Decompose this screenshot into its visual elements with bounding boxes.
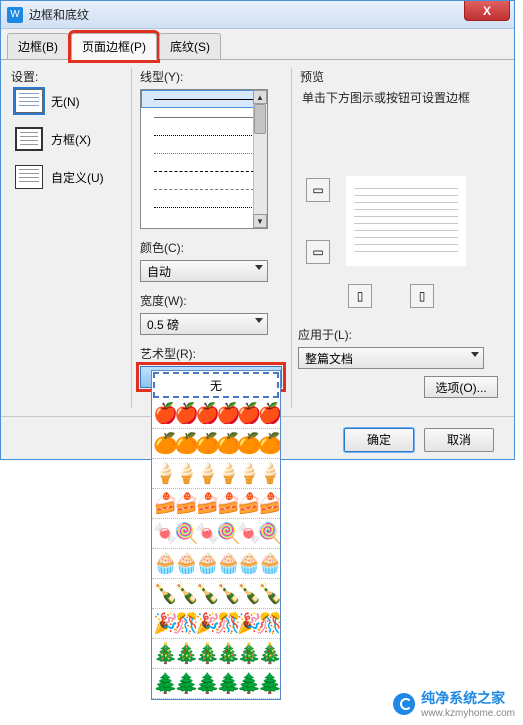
setting-none[interactable]: 无(N): [15, 89, 121, 113]
apply-to-value: 整篇文档: [305, 350, 353, 367]
chevron-down-icon: [471, 352, 479, 357]
chevron-down-icon: [255, 265, 263, 270]
preview-label: 预览: [300, 68, 504, 85]
color-value: 自动: [147, 263, 171, 280]
art-option-cake[interactable]: 🍰🍰🍰🍰🍰🍰: [152, 489, 280, 519]
art-option-party[interactable]: 🎉🎊🎉🎊🎉🎊: [152, 609, 280, 639]
apply-to-group: 应用于(L): 整篇文档: [298, 326, 488, 369]
setting-none-icon: [15, 89, 43, 113]
preview-bottom-button[interactable]: ▭: [306, 240, 330, 264]
linestyle-scrollbar[interactable]: ▲ ▼: [253, 90, 267, 228]
preview-left-button[interactable]: ▯: [348, 284, 372, 308]
preview-page: [346, 176, 466, 266]
border-left-icon: ▯: [357, 289, 364, 303]
watermark-title: 纯净系统之家: [421, 688, 515, 708]
border-bottom-icon: ▭: [312, 245, 323, 259]
art-label: 艺术型(R):: [140, 345, 281, 362]
preview-right-button[interactable]: ▯: [410, 284, 434, 308]
scroll-up-icon[interactable]: ▲: [253, 90, 267, 104]
art-option-apples[interactable]: 🍎🍎🍎🍎🍎🍎: [152, 399, 280, 429]
tab-strip: 边框(B) 页面边框(P) 底纹(S): [1, 29, 514, 60]
color-dropdown[interactable]: 自动: [140, 260, 268, 282]
art-option-pinetree[interactable]: 🌲🌲🌲🌲🌲🌲: [152, 669, 280, 699]
setting-box[interactable]: 方框(X): [15, 127, 121, 151]
options-button[interactable]: 选项(O)...: [424, 376, 498, 398]
art-option-candy[interactable]: 🍬🍭🍬🍭🍬🍭: [152, 519, 280, 549]
preview-column: 预览 单击下方图示或按钮可设置边框 ▭ ▭ ▯ ▯ 应用于(L): 整篇文档 选…: [291, 68, 504, 408]
art-option-none[interactable]: 无: [153, 372, 279, 398]
cancel-button[interactable]: 取消: [424, 428, 494, 452]
art-dropdown-list[interactable]: 无 🍎🍎🍎🍎🍎🍎 🍊🍊🍊🍊🍊🍊 🍦🍦🍦🍦🍦🍦 🍰🍰🍰🍰🍰🍰 🍬🍭🍬🍭🍬🍭 🧁🧁🧁…: [151, 370, 281, 700]
art-option-xmastree[interactable]: 🎄🎄🎄🎄🎄🎄: [152, 639, 280, 669]
art-option-champagne[interactable]: 🍾🍾🍾🍾🍾🍾: [152, 579, 280, 609]
window-title: 边框和底纹: [29, 6, 89, 23]
apply-to-label: 应用于(L):: [298, 326, 488, 343]
titlebar[interactable]: W 边框和底纹 X: [1, 1, 514, 29]
setting-none-label: 无(N): [51, 93, 80, 110]
settings-column: 设置: 无(N) 方框(X) 自定义(U): [11, 68, 121, 408]
preview-hint: 单击下方图示或按钮可设置边框: [302, 89, 504, 106]
app-icon: W: [7, 7, 23, 23]
watermark-url: www.kzmyhome.com: [421, 708, 515, 719]
watermark: 纯净系统之家 www.kzmyhome.com: [393, 688, 515, 719]
close-icon: X: [483, 4, 491, 18]
chevron-down-icon: [255, 318, 263, 323]
tab-page-border[interactable]: 页面边框(P): [71, 33, 157, 60]
linestyle-list[interactable]: ▲ ▼: [140, 89, 268, 229]
watermark-icon: [393, 693, 415, 715]
ok-button[interactable]: 确定: [344, 428, 414, 452]
preview-top-button[interactable]: ▭: [306, 178, 330, 202]
width-dropdown[interactable]: 0.5 磅: [140, 313, 268, 335]
setting-box-icon: [15, 127, 43, 151]
setting-custom-icon: [15, 165, 43, 189]
setting-custom-label: 自定义(U): [51, 169, 104, 186]
setting-custom[interactable]: 自定义(U): [15, 165, 121, 189]
setting-box-label: 方框(X): [51, 131, 91, 148]
settings-label: 设置:: [11, 68, 121, 85]
color-label: 颜色(C):: [140, 239, 281, 256]
scroll-down-icon[interactable]: ▼: [253, 214, 267, 228]
tab-borders[interactable]: 边框(B): [7, 33, 69, 59]
border-top-icon: ▭: [312, 183, 323, 197]
art-option-oranges[interactable]: 🍊🍊🍊🍊🍊🍊: [152, 429, 280, 459]
border-right-icon: ▯: [419, 289, 426, 303]
width-value: 0.5 磅: [147, 316, 179, 333]
linestyle-label: 线型(Y):: [140, 68, 281, 85]
apply-to-dropdown[interactable]: 整篇文档: [298, 347, 484, 369]
close-button[interactable]: X: [464, 1, 510, 21]
art-option-cupcake[interactable]: 🧁🧁🧁🧁🧁🧁: [152, 549, 280, 579]
dialog-body: 设置: 无(N) 方框(X) 自定义(U) 线型(Y):: [1, 60, 514, 416]
style-column: 线型(Y): ▲ ▼ 颜色(C): 自动: [131, 68, 281, 408]
width-label: 宽度(W):: [140, 292, 281, 309]
art-option-icecream[interactable]: 🍦🍦🍦🍦🍦🍦: [152, 459, 280, 489]
scroll-thumb[interactable]: [254, 104, 266, 134]
tab-shading[interactable]: 底纹(S): [159, 33, 221, 59]
